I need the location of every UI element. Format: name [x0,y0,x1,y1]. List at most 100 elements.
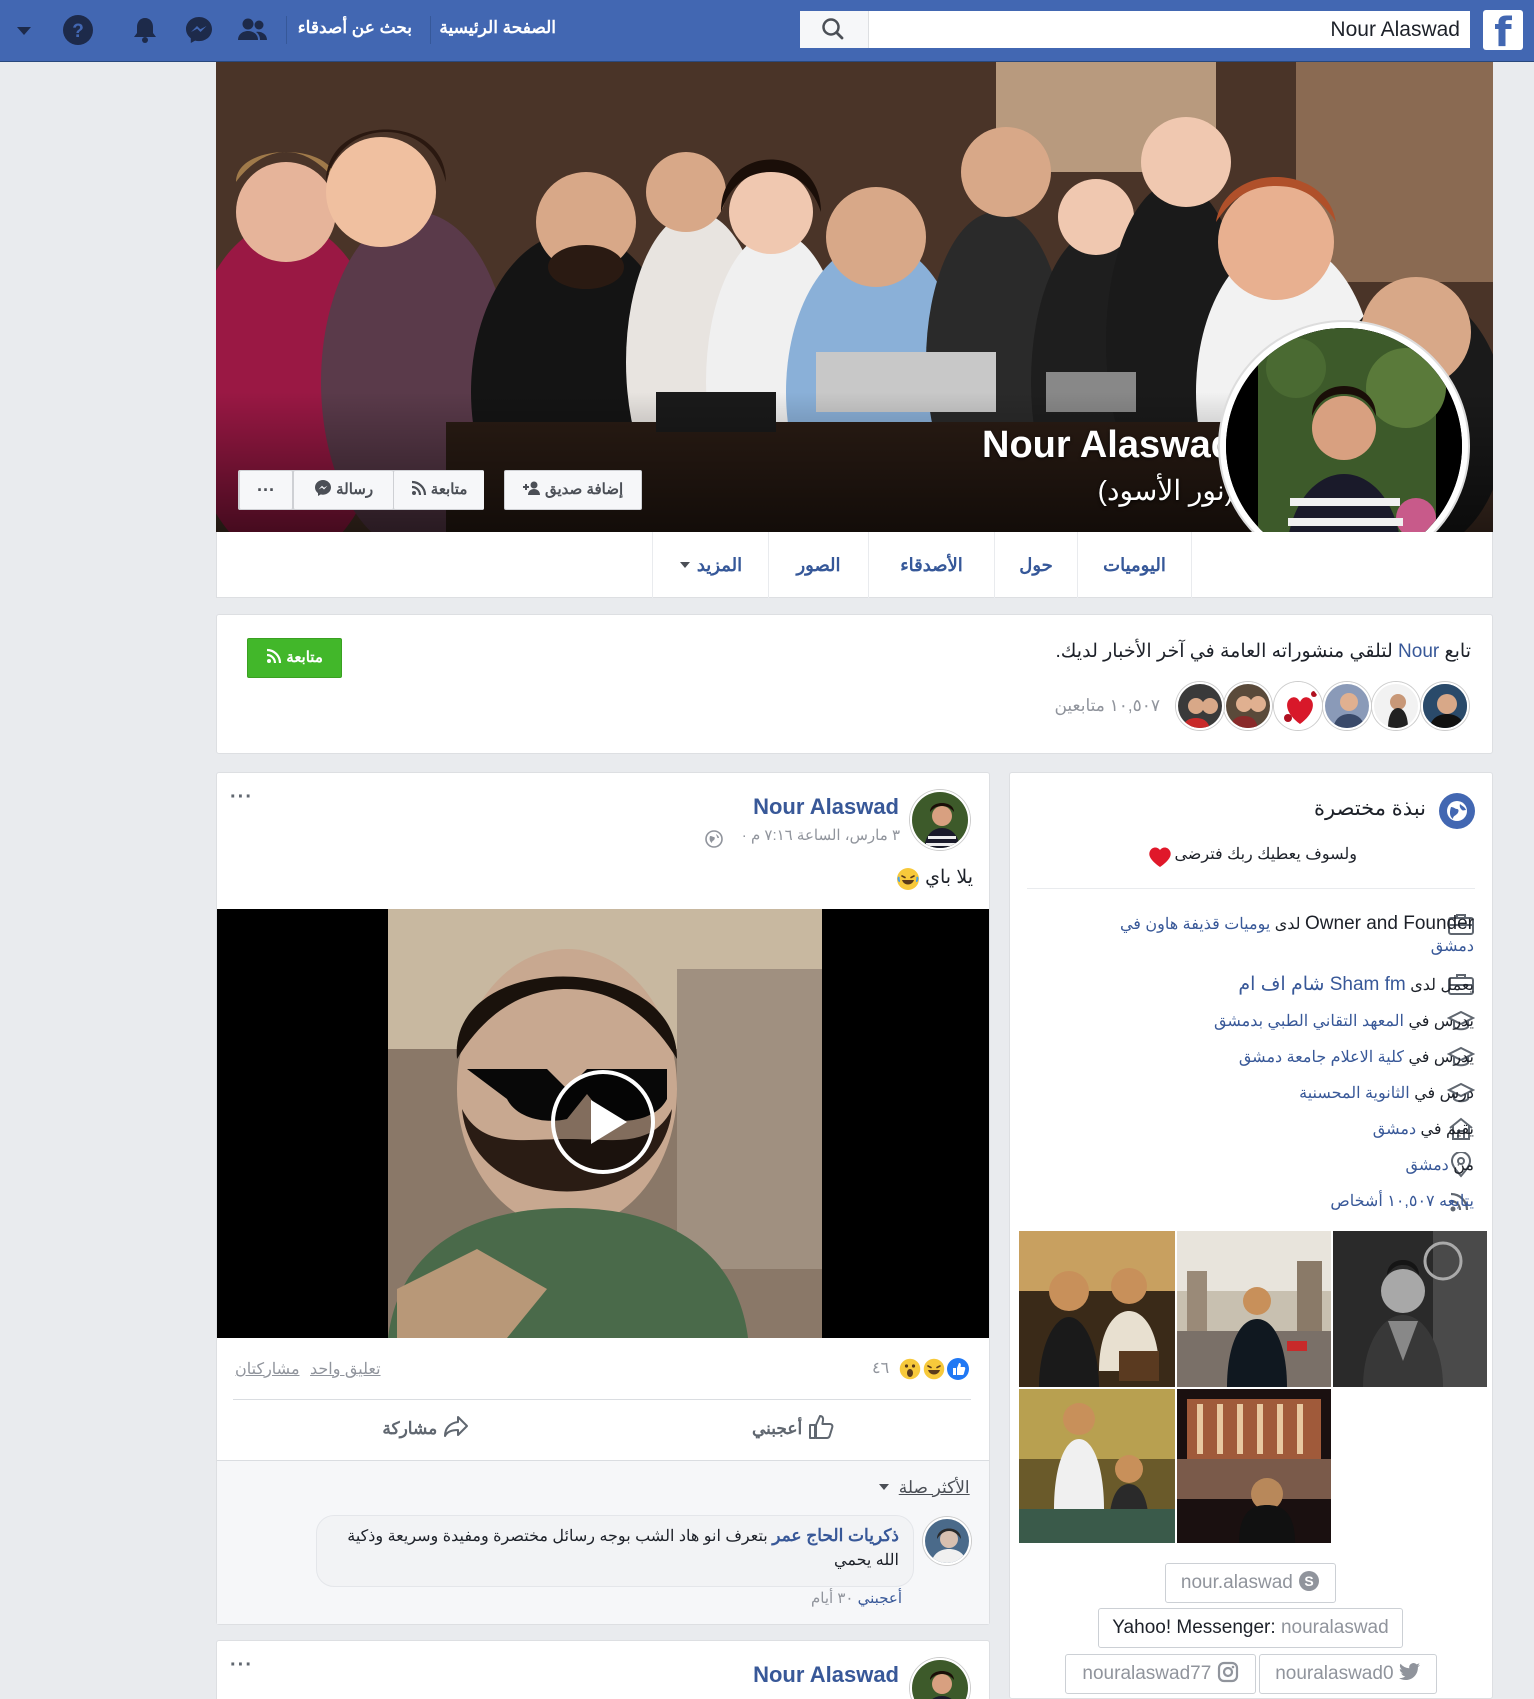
follow-prompt-prefix: تابع [1444,641,1471,662]
post-options-button[interactable]: ··· [230,786,253,809]
tab-more[interactable]: المزيد [652,532,768,598]
intro-followed-by: يتابعه ١٠,٥٠٧ أشخاص [1330,1191,1474,1211]
commenter-avatar[interactable] [923,1517,971,1565]
intro-photo[interactable] [1333,1231,1487,1387]
comment-sort-dropdown[interactable]: الأكثر صلة [878,1478,970,1498]
comment-time[interactable]: ٣٠ أيام [811,1590,854,1607]
dropdown-icon[interactable] [14,24,34,38]
from-place-link[interactable]: دمشق [1405,1157,1448,1174]
facebook-logo-icon[interactable]: f [1483,10,1523,50]
edu3-place-link[interactable]: الثانوية المحسنية [1299,1085,1410,1102]
globe-icon [1439,793,1475,829]
comment-author[interactable]: ذكريات الحاج عمر [772,1526,899,1545]
rss-icon [266,648,282,664]
edu1-pre: يدرس في [1408,1013,1474,1030]
yahoo-messenger-link[interactable]: Yahoo! Messenger: nouralaswad [1098,1608,1403,1648]
instagram-link[interactable]: nouralaswad77 [1065,1654,1256,1694]
haha-reaction-icon [922,1357,946,1381]
post-timestamp[interactable]: ٣ مارس، الساعة ٧:١٦ م · [742,826,900,844]
post-text-content: يلا باي [925,867,973,888]
nav-home-link[interactable]: الصفحة الرئيسية [439,18,556,38]
follower-avatar[interactable] [1176,682,1224,730]
add-friend-button[interactable]: إضافة صديق [504,470,642,510]
profile-photo-image [1226,328,1462,564]
followed-by-link[interactable]: يتابعه ١٠,٥٠٧ أشخاص [1330,1193,1474,1210]
svg-text:?: ? [72,21,84,42]
like-label: أعجبني [751,1419,803,1438]
follower-avatar[interactable] [1224,682,1272,730]
comment-text-line1: بتعرف انو هاد الشب بوجه رسائل مختصرة ومف… [347,1528,768,1545]
tab-timeline[interactable]: اليوميات [1077,532,1192,598]
yahoo-username: nouralaswad [1280,1617,1389,1638]
search-button[interactable] [800,11,869,48]
caret-down-icon [679,562,690,568]
reaction-count[interactable]: ٤٦ [872,1358,889,1378]
comment-text-line2: الله يحمي [833,1552,899,1569]
edu3-pre: درس في [1414,1085,1474,1102]
search-input[interactable] [870,11,1470,48]
twitter-link[interactable]: nouralaswad0 [1259,1654,1437,1694]
intro-bio: ولسوف يعطيك ربك فترضى [1174,844,1357,864]
intro-photo[interactable] [1019,1389,1175,1543]
intro-lives-in: يقيم في دمشق [1373,1119,1474,1139]
video-play-button[interactable] [551,1070,655,1174]
follow-prompt: تابع Nour لتلقي منشوراته العامة في آخر ا… [1056,640,1471,663]
svg-text:S: S [1304,1573,1313,1589]
follow-prompt-name[interactable]: Nour [1398,641,1439,662]
share-button[interactable]: مشاركة [370,1413,470,1445]
follower-avatar[interactable] [1323,682,1371,730]
play-icon [591,1100,627,1144]
post2-author-name[interactable]: Nour Alaswad [753,1662,899,1688]
follow-button[interactable]: متابعة [393,470,484,510]
more-options-button[interactable]: ··· [239,470,293,510]
search-box [800,11,1470,48]
intro-edu-1: يدرس في المعهد التقاني الطبي بدمشق [1214,1011,1474,1031]
help-icon[interactable]: ? [60,12,96,48]
intro-photo[interactable] [1177,1389,1331,1543]
follow-label: متابعة [430,481,468,498]
post-author-avatar[interactable] [910,790,970,850]
shares-count[interactable]: مشاركتان [235,1359,300,1379]
caret-down-icon [879,1484,889,1490]
post2-options-button[interactable]: ··· [230,1654,253,1677]
profile-name[interactable]: Nour Alaswad [982,424,1234,467]
instagram-username: nouralaswad77 [1082,1663,1212,1684]
message-button[interactable]: رسالة [293,470,393,510]
comments-count[interactable]: تعليق واحد [310,1359,381,1379]
work1-role: Owner and Founder [1305,913,1474,934]
follow-green-button[interactable]: متابعة [247,638,342,678]
followers-count[interactable]: ١٠,٥٠٧ متابعين [1054,696,1160,716]
follow-prompt-suffix: لتلقي منشوراته العامة في آخر الأخبار لدي… [1055,641,1393,662]
skype-icon: S [1299,1571,1320,1591]
lives-place-link[interactable]: دمشق [1373,1121,1416,1138]
lives-pre: يقيم في [1420,1121,1474,1138]
skype-link[interactable]: nour.alaswad S [1165,1563,1336,1603]
wow-reaction-icon [898,1357,922,1381]
intro-bio-text: ولسوف يعطيك ربك فترضى [1174,846,1357,863]
follower-avatar[interactable] [1372,682,1420,730]
like-button[interactable]: أعجبني [735,1413,835,1445]
intro-divider [1027,888,1475,889]
twitter-username: nouralaswad0 [1275,1663,1394,1684]
work2-place-link[interactable]: Sham fm شام اف ام [1238,974,1405,995]
intro-from: من دمشق [1405,1155,1474,1175]
tab-about[interactable]: حول [994,532,1077,598]
heart-icon [1149,847,1171,867]
post-text: يلا باي [925,866,973,889]
edu1-place-link[interactable]: المعهد التقاني الطبي بدمشق [1214,1013,1404,1030]
nav-find-friends-link[interactable]: بحث عن أصدقاء [298,18,412,38]
tab-friends[interactable]: الأصدقاء [868,532,994,598]
work1-mid: لدى [1274,916,1301,933]
edu2-place-link[interactable]: كلية الاعلام جامعة دمشق [1239,1049,1404,1066]
intro-photo[interactable] [1177,1231,1331,1387]
messenger-icon [314,480,331,496]
follower-avatar[interactable] [1421,682,1469,730]
tab-photos[interactable]: الصور [768,532,868,598]
follower-avatar[interactable] [1274,682,1322,730]
friends-icon[interactable] [234,12,270,48]
comment-like-link[interactable]: أعجبني [858,1590,902,1607]
messenger-icon[interactable] [181,12,217,48]
intro-photo[interactable] [1019,1231,1175,1387]
post-author-name[interactable]: Nour Alaswad [753,794,899,820]
bell-icon[interactable] [127,12,163,48]
